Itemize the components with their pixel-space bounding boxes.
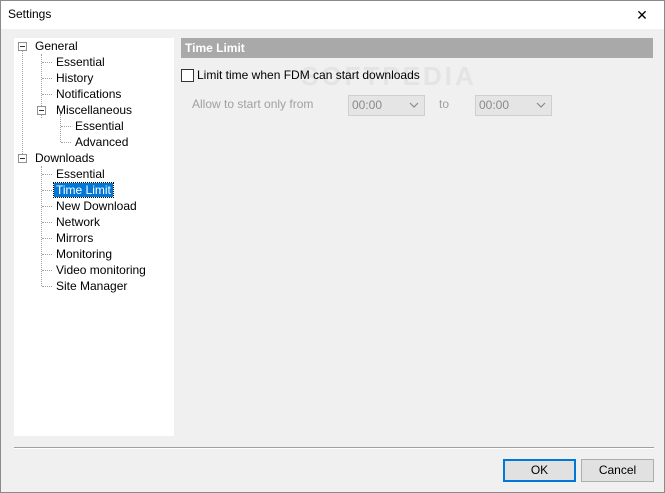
tree-item-label: Essential <box>75 119 124 133</box>
tree-item-label: Site Manager <box>56 279 128 293</box>
tree-item-label: Network <box>56 215 101 229</box>
chevron-down-icon <box>536 96 546 121</box>
settings-tree: General Essential History Notifications … <box>14 38 174 436</box>
tree-item-label: New Download <box>56 199 137 213</box>
from-time-value: 00:00 <box>352 98 383 112</box>
tree-item-video-monitoring[interactable]: Video monitoring <box>54 262 148 278</box>
tree-item-label: Downloads <box>35 151 95 165</box>
tree-item-site-manager[interactable]: Site Manager <box>54 278 129 294</box>
miscellaneous-expander[interactable] <box>37 106 46 115</box>
title-bar: Settings ✕ <box>1 1 664 29</box>
tree-item-label: Mirrors <box>56 231 94 245</box>
cancel-button[interactable]: Cancel <box>581 459 654 482</box>
tree-item-label: Essential <box>56 55 105 69</box>
tree-item-label: Essential <box>56 167 105 181</box>
tree-item-label: Miscellaneous <box>56 103 133 117</box>
close-icon: ✕ <box>636 6 648 23</box>
settings-window: Settings ✕ General Essential History Not… <box>0 0 665 493</box>
tree-item-label: Video monitoring <box>56 263 146 277</box>
chevron-down-icon <box>409 96 419 121</box>
tree-item-label: General <box>35 39 78 53</box>
to-time-select[interactable]: 00:00 <box>475 95 552 116</box>
tree-item-misc-essential[interactable]: Essential <box>73 118 126 134</box>
tree-item-mirrors[interactable]: Mirrors <box>54 230 95 246</box>
tree-item-miscellaneous[interactable]: Miscellaneous <box>54 102 134 118</box>
tree-item-notifications[interactable]: Notifications <box>54 86 123 102</box>
tree-item-general[interactable]: General <box>33 38 80 54</box>
from-time-select[interactable]: 00:00 <box>348 95 425 116</box>
window-title: Settings <box>8 7 52 21</box>
tree-item-misc-advanced[interactable]: Advanced <box>73 134 130 150</box>
downloads-expander[interactable] <box>18 154 27 163</box>
allow-start-label: Allow to start only from <box>192 97 314 111</box>
tree-item-label: Advanced <box>75 135 129 149</box>
tree-item-label: History <box>56 71 94 85</box>
limit-time-label: Limit time when FDM can start downloads <box>197 68 420 82</box>
tree-item-downloads-essential[interactable]: Essential <box>54 166 107 182</box>
to-label: to <box>439 97 450 111</box>
limit-time-checkbox[interactable] <box>181 68 194 82</box>
tree-item-time-limit[interactable]: Time Limit <box>53 182 114 198</box>
tree-item-general-essential[interactable]: Essential <box>54 54 107 70</box>
close-button[interactable]: ✕ <box>620 1 664 29</box>
ok-button[interactable]: OK <box>503 459 576 482</box>
section-header: Time Limit <box>181 38 653 58</box>
tree-item-label: Notifications <box>56 87 122 101</box>
tree-item-history[interactable]: History <box>54 70 95 86</box>
tree-item-label: Time Limit <box>53 182 114 198</box>
footer-divider <box>14 447 654 449</box>
tree-item-downloads[interactable]: Downloads <box>33 150 96 166</box>
general-expander[interactable] <box>18 42 27 51</box>
tree-item-new-download[interactable]: New Download <box>54 198 139 214</box>
tree-item-monitoring[interactable]: Monitoring <box>54 246 114 262</box>
to-time-value: 00:00 <box>479 98 510 112</box>
tree-item-label: Monitoring <box>56 247 113 261</box>
tree-item-network[interactable]: Network <box>54 214 102 230</box>
limit-time-option[interactable]: Limit time when FDM can start downloads <box>181 67 420 83</box>
